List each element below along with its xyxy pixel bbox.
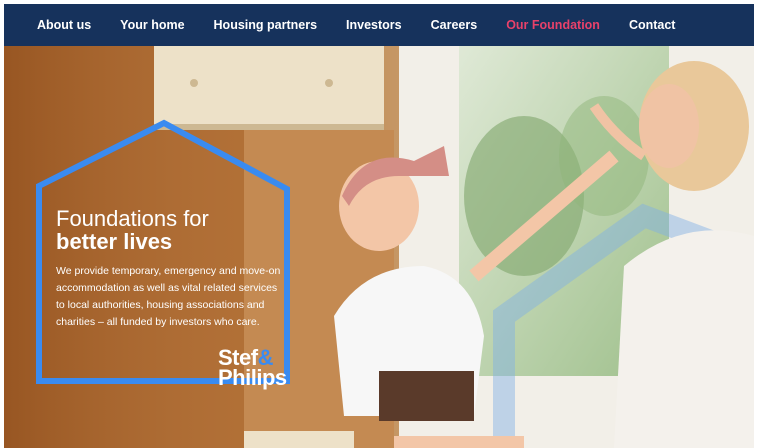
hero-banner: Foundations for better lives We provide … [4,46,754,448]
nav-item-our-foundation[interactable]: Our Foundation [506,18,600,32]
main-navigation: About us Your home Housing partners Inve… [4,4,754,46]
nav-item-careers[interactable]: Careers [431,18,478,32]
page: About us Your home Housing partners Inve… [0,0,757,448]
stef-philips-logo[interactable]: Stef& Philips [218,347,287,390]
hero-title-line2: better lives [56,229,173,254]
nav-item-housing-partners[interactable]: Housing partners [214,18,318,32]
nav-item-contact[interactable]: Contact [629,18,676,32]
hero-description: We provide temporary, emergency and move… [56,265,281,328]
nav-item-investors[interactable]: Investors [346,18,402,32]
logo-line2: Philips [218,365,287,390]
hero-content: Foundations for better lives We provide … [4,46,754,448]
nav-item-your-home[interactable]: Your home [120,18,184,32]
nav-item-about-us[interactable]: About us [37,18,91,32]
